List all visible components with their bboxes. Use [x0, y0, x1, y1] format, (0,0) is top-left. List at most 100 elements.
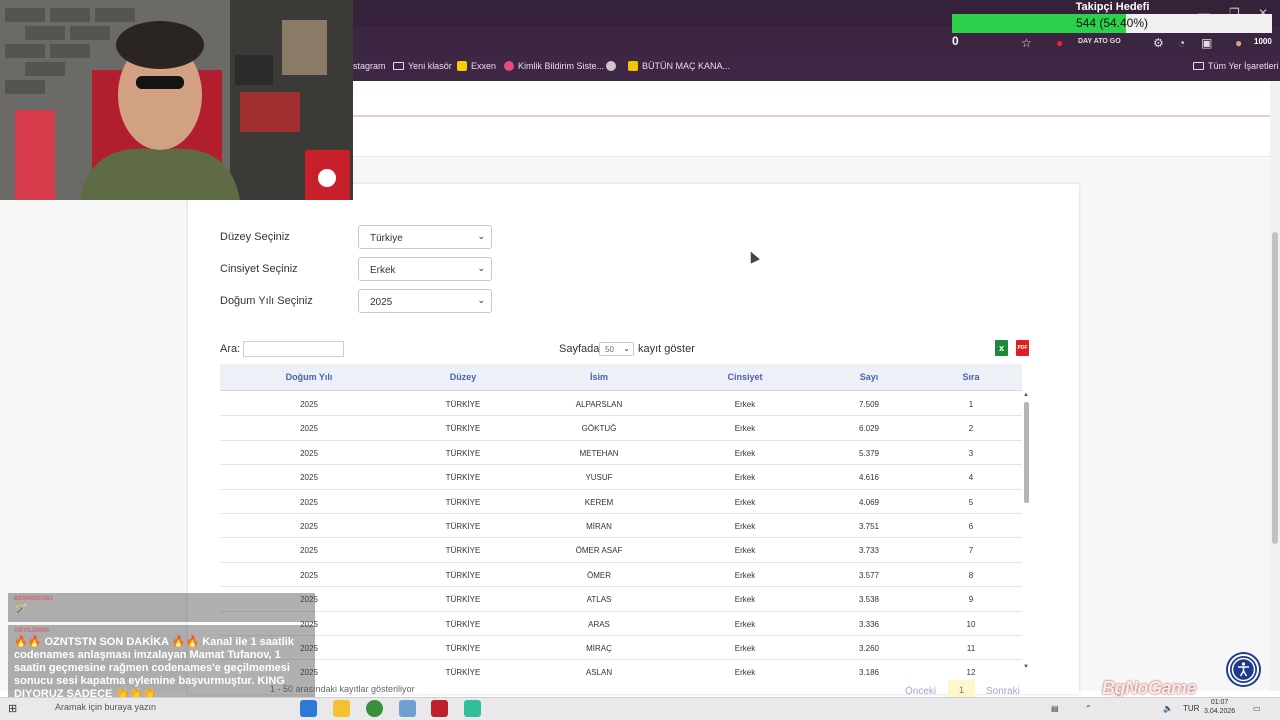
birth-year-select[interactable]: 2025 ⌄ — [358, 289, 492, 313]
mac-icon — [628, 61, 638, 71]
name-cell: ALPARSLAN — [575, 400, 623, 409]
column-header-name[interactable]: İsim — [590, 372, 608, 382]
table-row: 2025 TÜRKİYE MİRAN Erkek 3.751 6 — [220, 514, 1022, 539]
notification-icon[interactable]: ▭ — [1253, 704, 1261, 713]
gender-cell: Erkek — [734, 473, 756, 483]
extension-icon[interactable]: ⚙ — [1153, 36, 1164, 50]
taskbar-app-icon[interactable] — [464, 700, 481, 717]
exxen-icon — [457, 61, 467, 71]
per-page-label: Sayfada — [559, 343, 600, 355]
taskbar-app-icon[interactable] — [399, 700, 416, 717]
chevron-down-icon: ⌄ — [477, 231, 485, 241]
extensions-puzzle-icon[interactable]: ▣ — [1201, 36, 1212, 50]
bookmark-star-icon[interactable]: ☆ — [1021, 36, 1032, 50]
next-page-button[interactable]: Sonraki — [986, 686, 1020, 697]
chevron-down-icon: ⌄ — [623, 344, 630, 353]
bookmark-item[interactable]: Exxen — [457, 61, 496, 71]
language-indicator[interactable]: TUR — [1183, 704, 1199, 713]
birth-year-cell: 2025 — [300, 448, 318, 458]
level-cell: TÜRKİYE — [445, 497, 481, 507]
gender-cell: Erkek — [734, 497, 756, 507]
level-cell: TÜRKİYE — [445, 668, 481, 678]
per-page-select[interactable]: 50 ⌄ — [599, 342, 634, 356]
rank-cell: 7 — [968, 546, 974, 556]
chat-text: 🔥🔥 OZNTSTN SON DAKİKA 🔥🔥 Kanal ile 1 saa… — [14, 636, 294, 700]
previous-page-button[interactable]: Önceki — [905, 686, 936, 697]
bookmark-item[interactable]: Yeni klasör — [393, 61, 452, 71]
page-scrollbar-thumb[interactable] — [1272, 232, 1278, 544]
accessibility-icon[interactable] — [1228, 654, 1259, 685]
gender-cell: Erkek — [734, 595, 756, 605]
taskbar-app-icon[interactable] — [431, 700, 448, 717]
volume-icon[interactable]: 🔈 — [1163, 704, 1173, 713]
rank-cell: 10 — [966, 619, 976, 629]
file-explorer-icon[interactable] — [333, 700, 350, 717]
profile-avatar-icon[interactable]: ● — [1235, 36, 1242, 50]
scroll-down-icon[interactable]: ▼ — [1023, 664, 1029, 670]
count-cell: 3.336 — [858, 619, 880, 629]
level-cell: TÜRKİYE — [445, 473, 481, 483]
gender-select[interactable]: Erkek ⌄ — [358, 257, 492, 281]
scroll-up-icon[interactable]: ▲ — [1023, 392, 1029, 398]
tray-chevron-icon[interactable]: ⌃ — [1085, 704, 1092, 713]
rank-cell: 11 — [966, 644, 976, 653]
pdf-export-icon[interactable]: PDF — [1016, 340, 1029, 356]
chevron-down-icon: ⌄ — [477, 295, 485, 305]
column-header-count[interactable]: Sayı — [860, 372, 879, 382]
chevron-down-icon: ⌄ — [477, 263, 485, 273]
kimlik-icon — [504, 61, 514, 71]
table-row: 2025 TÜRKİYE METEHAN Erkek 5.379 3 — [220, 441, 1022, 466]
bookmark-item[interactable] — [606, 61, 616, 71]
extension-icon[interactable]: ◔ — [1178, 36, 1185, 50]
chrome-icon[interactable] — [366, 700, 383, 717]
count-cell: 3.751 — [858, 522, 880, 531]
rank-cell: 5 — [968, 497, 974, 507]
rank-cell: 8 — [968, 570, 974, 580]
extension-icon[interactable]: ● — [1056, 36, 1063, 50]
birth-year-cell: 2025 — [300, 424, 318, 434]
column-header-gender[interactable]: Cinsiyet — [727, 372, 762, 382]
column-header-level[interactable]: Düzey — [450, 372, 477, 382]
birth-year-cell: 2025 — [300, 522, 318, 531]
bookmark-item[interactable]: BÜTÜN MAÇ KANA... — [628, 61, 730, 71]
level-cell: TÜRKİYE — [445, 448, 481, 458]
all-bookmarks[interactable]: Tüm Yer İşaretleri — [1193, 61, 1279, 71]
table-row: 2025 TÜRKİYE KEREM Erkek 4.069 5 — [220, 490, 1022, 514]
level-select[interactable]: Türkiye ⌄ — [358, 225, 492, 249]
rank-cell: 3 — [968, 448, 974, 458]
table-row: 2025 TÜRKİYE ALPARSLAN Erkek 7.509 1 — [220, 392, 1022, 417]
rank-cell: 12 — [966, 668, 976, 678]
keyboard-icon[interactable]: ▤ — [1051, 704, 1059, 713]
rank-cell: 1 — [968, 400, 974, 409]
chat-message: BENIMBEN61 🪄 — [8, 593, 315, 622]
level-cell: TÜRKİYE — [445, 522, 481, 531]
chat-username: ABYILDIRIM — [14, 628, 49, 634]
windows-start-icon[interactable]: ⊞ — [8, 702, 17, 715]
taskbar-app-icon[interactable] — [300, 700, 317, 717]
table-header: Doğum Yılı Düzey İsim Cinsiyet Sayı Sıra — [220, 364, 1022, 391]
folder-icon — [1193, 62, 1204, 70]
follower-goal-title: Takipçi Hedefi — [1075, 1, 1150, 13]
column-header-birth-year[interactable]: Doğum Yılı — [286, 372, 333, 382]
excel-export-icon[interactable]: x — [995, 340, 1008, 356]
table-scrollbar-thumb[interactable] — [1024, 402, 1029, 503]
follower-goal-bar: 544 (54.40%) — [952, 14, 1272, 33]
table-row: 2025 TÜRKİYE ÖMER Erkek 3.577 8 — [220, 563, 1022, 588]
taskbar-search[interactable]: Aramak için buraya yazın — [55, 702, 156, 712]
rank-cell: 4 — [968, 473, 974, 483]
bookmark-item[interactable]: stagram — [353, 61, 386, 71]
search-label: Ara: — [220, 343, 241, 355]
name-cell: MİRAÇ — [586, 644, 612, 653]
rank-cell: 6 — [968, 522, 974, 531]
birth-year-cell: 2025 — [300, 546, 318, 556]
count-cell: 7.509 — [858, 400, 880, 409]
level-cell: TÜRKİYE — [445, 546, 481, 556]
count-cell: 6.029 — [858, 424, 880, 434]
name-cell: MİRAN — [586, 522, 612, 531]
birth-year-cell: 2025 — [300, 473, 318, 483]
bookmark-item[interactable]: Kimlik Bildirim Siste... — [504, 61, 604, 71]
column-header-rank[interactable]: Sıra — [962, 372, 979, 382]
globe-icon — [606, 61, 616, 71]
search-input[interactable] — [243, 341, 344, 357]
taskbar-clock[interactable]: 01:07 3.04.2026 — [1204, 698, 1235, 716]
